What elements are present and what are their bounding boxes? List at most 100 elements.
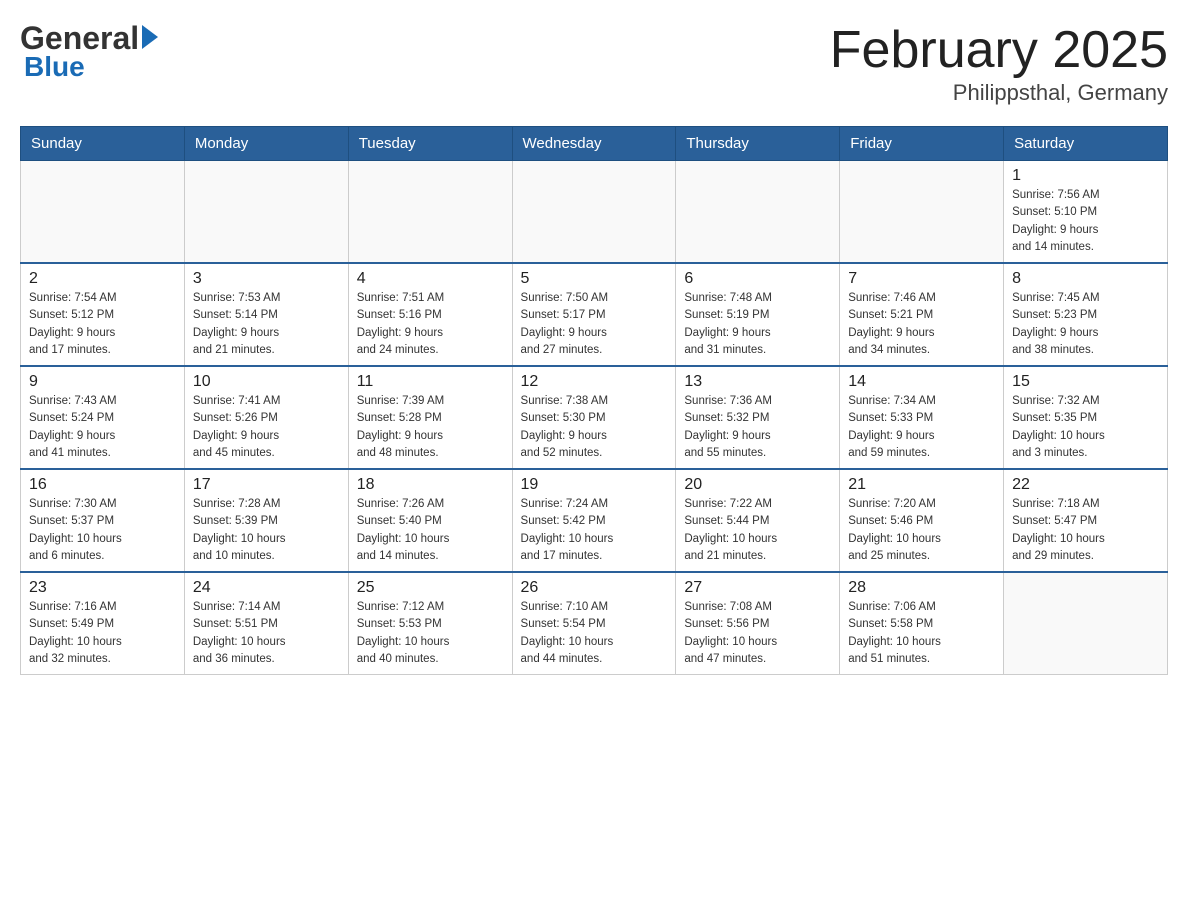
calendar-day-cell [21, 161, 185, 264]
calendar-week-row: 2 Sunrise: 7:54 AM Sunset: 5:12 PM Daylig… [21, 263, 1168, 366]
day-info: Sunrise: 7:54 AM Sunset: 5:12 PM Dayligh… [29, 290, 176, 359]
day-info: Sunrise: 7:10 AM Sunset: 5:54 PM Dayligh… [521, 599, 668, 668]
calendar-week-row: 9 Sunrise: 7:43 AM Sunset: 5:24 PM Daylig… [21, 366, 1168, 469]
calendar-day-cell: 26 Sunrise: 7:10 AM Sunset: 5:54 PM Dayli… [512, 572, 676, 675]
day-number: 10 [193, 373, 340, 391]
calendar-day-cell [348, 161, 512, 264]
day-number: 21 [848, 476, 995, 494]
day-number: 13 [684, 373, 831, 391]
calendar-table: SundayMondayTuesdayWednesdayThursdayFrid… [20, 126, 1168, 675]
calendar-day-cell: 25 Sunrise: 7:12 AM Sunset: 5:53 PM Dayli… [348, 572, 512, 675]
day-number: 16 [29, 476, 176, 494]
page-title: February 2025 [830, 20, 1168, 80]
day-info: Sunrise: 7:12 AM Sunset: 5:53 PM Dayligh… [357, 599, 504, 668]
day-number: 27 [684, 579, 831, 597]
calendar-day-cell: 23Sunrise: 7:16 AM Sunset: 5:49 PM Dayli… [21, 572, 185, 675]
day-number: 25 [357, 579, 504, 597]
day-info: Sunrise: 7:45 AM Sunset: 5:23 PM Dayligh… [1012, 290, 1159, 359]
day-info: Sunrise: 7:30 AM Sunset: 5:37 PM Dayligh… [29, 496, 176, 565]
day-info: Sunrise: 7:38 AM Sunset: 5:30 PM Dayligh… [521, 393, 668, 462]
calendar-day-cell: 21 Sunrise: 7:20 AM Sunset: 5:46 PM Dayli… [840, 469, 1004, 572]
day-number: 7 [848, 270, 995, 288]
calendar-day-cell: 27Sunrise: 7:08 AM Sunset: 5:56 PM Dayli… [676, 572, 840, 675]
calendar-day-cell: 13 Sunrise: 7:36 AM Sunset: 5:32 PM Dayli… [676, 366, 840, 469]
calendar-week-row: 16 Sunrise: 7:30 AM Sunset: 5:37 PM Dayli… [21, 469, 1168, 572]
day-number: 18 [357, 476, 504, 494]
day-number: 14 [848, 373, 995, 391]
calendar-day-cell: 18Sunrise: 7:26 AM Sunset: 5:40 PM Dayli… [348, 469, 512, 572]
calendar-day-cell: 2 Sunrise: 7:54 AM Sunset: 5:12 PM Daylig… [21, 263, 185, 366]
day-info: Sunrise: 7:48 AM Sunset: 5:19 PM Dayligh… [684, 290, 831, 359]
logo-blue-text: Blue [24, 51, 85, 83]
day-number: 20 [684, 476, 831, 494]
day-info: Sunrise: 7:46 AM Sunset: 5:21 PM Dayligh… [848, 290, 995, 359]
day-header-friday: Friday [840, 127, 1004, 161]
calendar-day-cell: 17 Sunrise: 7:28 AM Sunset: 5:39 PM Dayli… [184, 469, 348, 572]
day-info: Sunrise: 7:36 AM Sunset: 5:32 PM Dayligh… [684, 393, 831, 462]
calendar-day-cell: 11 Sunrise: 7:39 AM Sunset: 5:28 PM Dayli… [348, 366, 512, 469]
day-info: Sunrise: 7:24 AM Sunset: 5:42 PM Dayligh… [521, 496, 668, 565]
day-info: Sunrise: 7:39 AM Sunset: 5:28 PM Dayligh… [357, 393, 504, 462]
calendar-day-cell: 15 Sunrise: 7:32 AM Sunset: 5:35 PM Dayli… [1004, 366, 1168, 469]
day-info: Sunrise: 7:41 AM Sunset: 5:26 PM Dayligh… [193, 393, 340, 462]
calendar-day-cell: 10 Sunrise: 7:41 AM Sunset: 5:26 PM Dayli… [184, 366, 348, 469]
calendar-day-cell: 22 Sunrise: 7:18 AM Sunset: 5:47 PM Dayli… [1004, 469, 1168, 572]
day-info: Sunrise: 7:32 AM Sunset: 5:35 PM Dayligh… [1012, 393, 1159, 462]
calendar-day-cell: 19 Sunrise: 7:24 AM Sunset: 5:42 PM Dayli… [512, 469, 676, 572]
logo-arrow-icon [142, 25, 158, 49]
calendar-day-cell [512, 161, 676, 264]
day-info: Sunrise: 7:50 AM Sunset: 5:17 PM Dayligh… [521, 290, 668, 359]
calendar-header-row: SundayMondayTuesdayWednesdayThursdayFrid… [21, 127, 1168, 161]
calendar-day-cell: 4Sunrise: 7:51 AM Sunset: 5:16 PM Daylig… [348, 263, 512, 366]
day-info: Sunrise: 7:18 AM Sunset: 5:47 PM Dayligh… [1012, 496, 1159, 565]
day-info: Sunrise: 7:34 AM Sunset: 5:33 PM Dayligh… [848, 393, 995, 462]
day-info: Sunrise: 7:53 AM Sunset: 5:14 PM Dayligh… [193, 290, 340, 359]
day-number: 2 [29, 270, 176, 288]
day-number: 11 [357, 373, 504, 391]
calendar-day-cell [840, 161, 1004, 264]
day-number: 28 [848, 579, 995, 597]
calendar-day-cell: 6 Sunrise: 7:48 AM Sunset: 5:19 PM Daylig… [676, 263, 840, 366]
day-info: Sunrise: 7:06 AM Sunset: 5:58 PM Dayligh… [848, 599, 995, 668]
calendar-day-cell: 1 Sunrise: 7:56 AM Sunset: 5:10 PM Daylig… [1004, 161, 1168, 264]
calendar-week-row: 23Sunrise: 7:16 AM Sunset: 5:49 PM Dayli… [21, 572, 1168, 675]
day-info: Sunrise: 7:14 AM Sunset: 5:51 PM Dayligh… [193, 599, 340, 668]
title-section: February 2025 Philippsthal, Germany [830, 20, 1168, 106]
day-info: Sunrise: 7:43 AM Sunset: 5:24 PM Dayligh… [29, 393, 176, 462]
calendar-day-cell: 8 Sunrise: 7:45 AM Sunset: 5:23 PM Daylig… [1004, 263, 1168, 366]
calendar-day-cell: 28 Sunrise: 7:06 AM Sunset: 5:58 PM Dayli… [840, 572, 1004, 675]
calendar-day-cell [184, 161, 348, 264]
day-info: Sunrise: 7:20 AM Sunset: 5:46 PM Dayligh… [848, 496, 995, 565]
day-number: 4 [357, 270, 504, 288]
day-number: 24 [193, 579, 340, 597]
day-number: 15 [1012, 373, 1159, 391]
day-info: Sunrise: 7:56 AM Sunset: 5:10 PM Dayligh… [1012, 187, 1159, 256]
day-number: 17 [193, 476, 340, 494]
calendar-day-cell [1004, 572, 1168, 675]
day-number: 26 [521, 579, 668, 597]
logo: General Blue [20, 20, 161, 83]
day-header-sunday: Sunday [21, 127, 185, 161]
day-info: Sunrise: 7:16 AM Sunset: 5:49 PM Dayligh… [29, 599, 176, 668]
calendar-day-cell: 12 Sunrise: 7:38 AM Sunset: 5:30 PM Dayli… [512, 366, 676, 469]
calendar-day-cell: 20Sunrise: 7:22 AM Sunset: 5:44 PM Dayli… [676, 469, 840, 572]
calendar-week-row: 1 Sunrise: 7:56 AM Sunset: 5:10 PM Daylig… [21, 161, 1168, 264]
day-number: 1 [1012, 167, 1159, 185]
day-number: 22 [1012, 476, 1159, 494]
calendar-day-cell: 3 Sunrise: 7:53 AM Sunset: 5:14 PM Daylig… [184, 263, 348, 366]
day-number: 3 [193, 270, 340, 288]
day-number: 6 [684, 270, 831, 288]
calendar-day-cell [676, 161, 840, 264]
day-number: 12 [521, 373, 668, 391]
calendar-day-cell: 24 Sunrise: 7:14 AM Sunset: 5:51 PM Dayli… [184, 572, 348, 675]
day-header-monday: Monday [184, 127, 348, 161]
day-info: Sunrise: 7:28 AM Sunset: 5:39 PM Dayligh… [193, 496, 340, 565]
day-header-wednesday: Wednesday [512, 127, 676, 161]
page-header: General Blue February 2025 Philippsthal,… [20, 20, 1168, 106]
day-number: 8 [1012, 270, 1159, 288]
day-header-saturday: Saturday [1004, 127, 1168, 161]
day-number: 9 [29, 373, 176, 391]
day-header-tuesday: Tuesday [348, 127, 512, 161]
page-subtitle: Philippsthal, Germany [830, 80, 1168, 106]
day-number: 19 [521, 476, 668, 494]
